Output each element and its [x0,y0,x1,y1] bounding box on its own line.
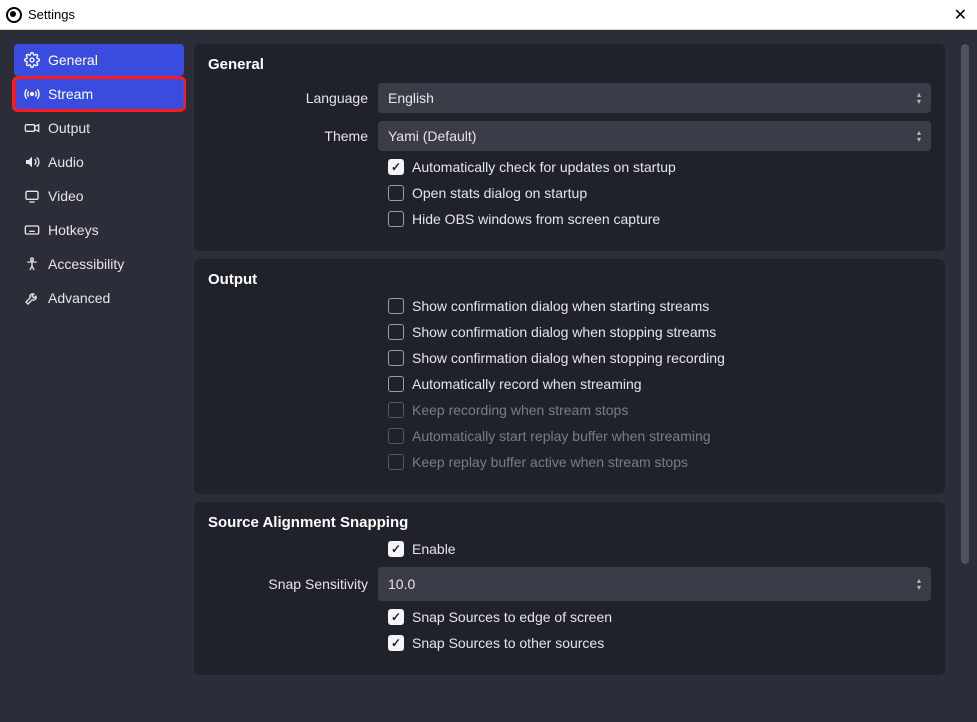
sidebar-item-accessibility[interactable]: Accessibility [14,248,184,280]
speaker-icon [24,154,40,170]
checkbox-label: Show confirmation dialog when starting s… [412,298,709,314]
sidebar-label: Audio [48,154,84,170]
person-icon [24,256,40,272]
checkbox-stats[interactable] [388,185,404,201]
checkbox-label: Show confirmation dialog when stopping s… [412,324,716,340]
sidebar-item-output[interactable]: Output [14,112,184,144]
sidebar: General Stream Output Audio Video Hotkey… [14,44,184,708]
checkbox-autorec[interactable] [388,376,404,392]
sidebar-label: Output [48,120,90,136]
snap-sensitivity-label: Snap Sensitivity [208,576,378,592]
section-title-general: General [208,56,931,73]
sidebar-item-stream[interactable]: Stream [14,78,184,110]
sidebar-label: Stream [48,86,93,102]
checkbox-label: Keep recording when stream stops [412,402,628,418]
sidebar-label: Hotkeys [48,222,99,238]
checkbox-label: Open stats dialog on startup [412,185,587,201]
sidebar-item-general[interactable]: General [14,44,184,76]
checkbox-label: Automatically start replay buffer when s… [412,428,711,444]
spinner-arrows-icon: ▴▾ [917,577,921,591]
sidebar-item-hotkeys[interactable]: Hotkeys [14,214,184,246]
section-title-output: Output [208,271,931,288]
sidebar-item-advanced[interactable]: Advanced [14,282,184,314]
section-snapping: Source Alignment Snapping Enable Snap Se… [194,502,945,675]
monitor-icon [24,188,40,204]
checkbox-confirm-stop[interactable] [388,324,404,340]
language-value: English [388,90,434,106]
section-general: General Language English ▴▾ Theme Yami (… [194,44,945,251]
checkbox-label: Snap Sources to edge of screen [412,609,612,625]
select-arrows-icon: ▴▾ [917,129,921,143]
checkbox-label: Snap Sources to other sources [412,635,604,651]
theme-select[interactable]: Yami (Default) ▴▾ [378,121,931,151]
checkbox-label: Automatically record when streaming [412,376,642,392]
title-bar: Settings ✕ [0,0,977,30]
sidebar-label: Accessibility [48,256,124,272]
checkbox-snap-edge[interactable] [388,609,404,625]
checkbox-label: Enable [412,541,456,557]
checkbox-confirm-start[interactable] [388,298,404,314]
main-panel: General Language English ▴▾ Theme Yami (… [194,44,951,708]
checkbox-hideobs[interactable] [388,211,404,227]
select-arrows-icon: ▴▾ [917,91,921,105]
checkbox-keepreplay [388,454,404,470]
scrollbar-track[interactable] [961,44,969,708]
checkbox-autoreplay [388,428,404,444]
checkbox-label: Show confirmation dialog when stopping r… [412,350,725,366]
theme-label: Theme [208,128,378,144]
snap-sensitivity-value: 10.0 [388,576,415,592]
checkbox-snap-enable[interactable] [388,541,404,557]
sidebar-label: General [48,52,98,68]
scrollbar-thumb[interactable] [961,44,969,564]
checkbox-label: Automatically check for updates on start… [412,159,676,175]
checkbox-snap-other[interactable] [388,635,404,651]
sidebar-label: Advanced [48,290,110,306]
theme-value: Yami (Default) [388,128,476,144]
checkbox-keeprec [388,402,404,418]
app-icon [6,7,22,23]
tools-icon [24,290,40,306]
keyboard-icon [24,222,40,238]
sidebar-item-video[interactable]: Video [14,180,184,212]
sidebar-item-audio[interactable]: Audio [14,146,184,178]
snap-sensitivity-input[interactable]: 10.0 ▴▾ [378,567,931,601]
close-button[interactable]: ✕ [954,5,967,25]
checkbox-label: Keep replay buffer active when stream st… [412,454,688,470]
section-output: Output Show confirmation dialog when sta… [194,259,945,494]
content-area: General Stream Output Audio Video Hotkey… [0,30,977,722]
checkbox-confirm-stoprec[interactable] [388,350,404,366]
language-select[interactable]: English ▴▾ [378,83,931,113]
checkbox-label: Hide OBS windows from screen capture [412,211,660,227]
sidebar-label: Video [48,188,84,204]
antenna-icon [24,86,40,102]
section-title-snapping: Source Alignment Snapping [208,514,931,531]
checkbox-updates[interactable] [388,159,404,175]
window-title: Settings [28,7,75,22]
gear-icon [24,52,40,68]
language-label: Language [208,90,378,106]
camera-icon [24,120,40,136]
